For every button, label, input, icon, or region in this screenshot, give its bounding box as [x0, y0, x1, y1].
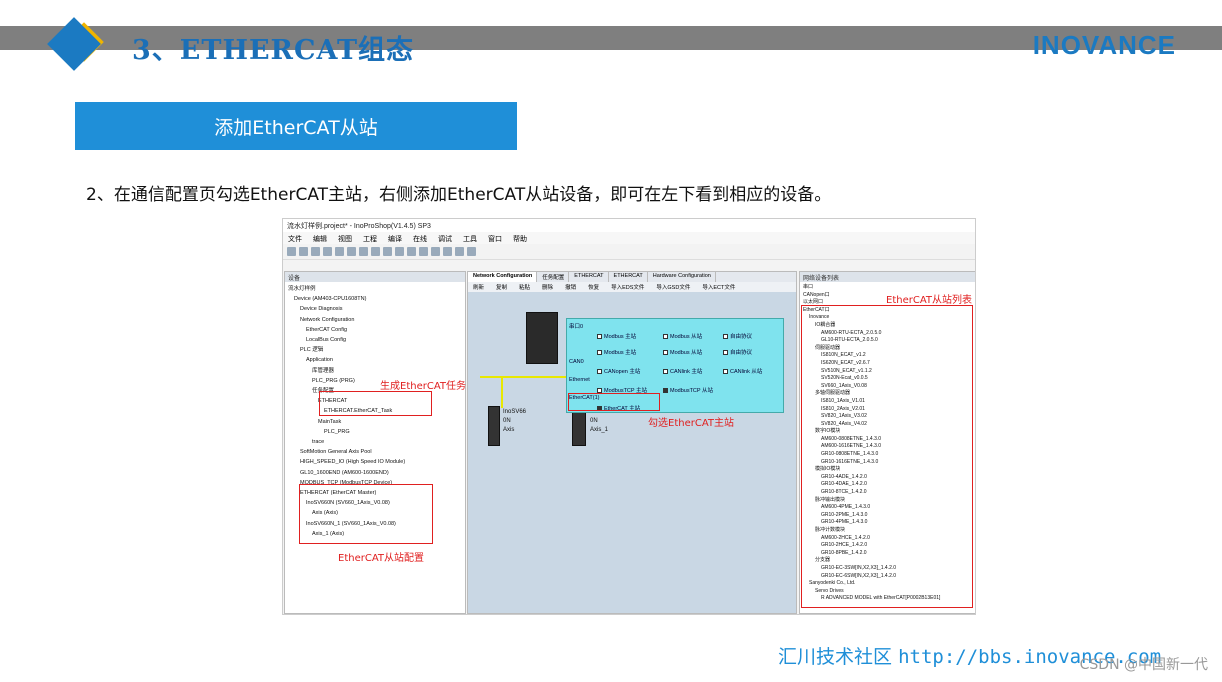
network-toolbar-button[interactable]: 刷新 — [473, 283, 488, 291]
editor-tab[interactable]: Hardware Configuration — [648, 272, 716, 282]
network-toolbar-button[interactable]: 复制 — [496, 283, 511, 291]
community-name: 汇川技术社区 — [778, 646, 893, 668]
menu-item[interactable]: 调试 — [438, 234, 456, 243]
plc-device[interactable] — [526, 312, 558, 364]
canlink-slave[interactable]: CANlink 从站 — [723, 367, 762, 375]
watermark: CSDN @中国新一代 — [1079, 657, 1208, 673]
login-icon[interactable] — [431, 247, 440, 256]
save-icon[interactable] — [311, 247, 320, 256]
menu-item[interactable]: 工具 — [463, 234, 481, 243]
network-canvas: InoSV660NAxis InoSV660NAxis_1 串口0 Modbus… — [468, 292, 796, 614]
editor-tab[interactable]: Network Configuration — [468, 272, 538, 282]
network-toolbar: 刷新 复制 粘贴 删除 撤销 恢复 导入EDS文件 导入GSD文件 导入ECT文件 — [468, 282, 796, 292]
paste-icon[interactable] — [383, 247, 392, 256]
annotation-slave-config: EtherCAT从站配置 — [338, 553, 424, 564]
tree-item[interactable]: Application — [288, 355, 462, 365]
window-title: 流水灯样例.project* - InoProShop(V1.4.5) SP3 — [283, 219, 975, 232]
find-icon[interactable] — [407, 247, 416, 256]
canlink-master[interactable]: CANlink 主站 — [663, 367, 702, 375]
editor-tab[interactable]: 任务配置 — [537, 272, 570, 282]
undo-icon[interactable] — [335, 247, 344, 256]
tree-item[interactable]: 库管理器 — [288, 366, 462, 376]
network-toolbar-button[interactable]: 删除 — [542, 283, 557, 291]
annotation-task: 生成EtherCAT任务 — [380, 381, 466, 392]
ethernet-section: Ethernet — [569, 377, 590, 383]
menu-item[interactable]: 编译 — [388, 234, 406, 243]
tree-item[interactable]: Device Diagnosis — [288, 304, 462, 314]
network-toolbar-button[interactable]: 导入EDS文件 — [611, 283, 648, 291]
menu-item[interactable]: 文件 — [288, 234, 306, 243]
delete-icon[interactable] — [395, 247, 404, 256]
section-banner: 添加EtherCAT从站 — [75, 102, 517, 150]
tree-item[interactable]: LocalBus Config — [288, 335, 462, 345]
tree-item[interactable]: MainTask — [288, 417, 462, 427]
modbus-slave-1[interactable]: Modbus 从站 — [663, 348, 702, 356]
modbus-master-0[interactable]: Modbus 主站 — [597, 332, 636, 340]
menu-item[interactable]: 窗口 — [488, 234, 506, 243]
modbus-slave-0[interactable]: Modbus 从站 — [663, 332, 702, 340]
editor-tab[interactable]: ETHERCAT — [609, 272, 648, 282]
tree-item[interactable]: 流水灯样例 — [288, 284, 462, 294]
description-text: 2、在通信配置页勾选EtherCAT主站，右侧添加EtherCAT从站设备，即可… — [86, 185, 832, 205]
open-icon[interactable] — [299, 247, 308, 256]
build-icon[interactable] — [419, 247, 428, 256]
menu-item[interactable]: 编辑 — [313, 234, 331, 243]
tree-item[interactable]: SoftMotion General Axis Pool — [288, 447, 462, 457]
redo-icon[interactable] — [347, 247, 356, 256]
tree-item[interactable]: HIGH_SPEED_IO (High Speed IO Module) — [288, 457, 462, 467]
menu-bar: 文件 编辑 视图 工程 编译 在线 调试 工具 窗口 帮助 — [283, 232, 975, 244]
ide-screenshot: 流水灯样例.project* - InoProShop(V1.4.5) SP3 … — [282, 218, 976, 615]
slave-config-highlight — [299, 484, 433, 544]
network-toolbar-button[interactable]: 粘贴 — [519, 283, 534, 291]
editor-tab[interactable]: ETHERCAT — [569, 272, 609, 282]
ethercat-master-highlight — [568, 393, 660, 411]
menu-item[interactable]: 在线 — [413, 234, 431, 243]
stop-icon[interactable] — [455, 247, 464, 256]
tree-item[interactable]: Network Configuration — [288, 315, 462, 325]
network-device-list-panel: 网络设备列表 串口 CANopen口 以太网口 EtherCAT口 Inovance IO… — [799, 271, 975, 614]
menu-item[interactable]: 视图 — [338, 234, 356, 243]
modbustcp-slave[interactable]: ModbusTCP 从站 — [663, 386, 713, 394]
network-config-panel: Network Configuration 任务配置 ETHERCAT ETHERCA… — [467, 271, 797, 614]
device-list-title: 网络设备列表 — [800, 272, 975, 282]
tree-item[interactable]: EtherCAT Config — [288, 325, 462, 335]
tree-item[interactable]: Device (AM403-CPU1608TN) — [288, 294, 462, 304]
bus-drop-1 — [501, 376, 503, 408]
task-highlight — [319, 391, 432, 416]
page-title: 3、ETHERCAT组态 — [132, 35, 415, 66]
canopen-master[interactable]: CANopen 主站 — [597, 367, 640, 375]
free-protocol-1[interactable]: 自由协议 — [723, 348, 752, 356]
tree-item[interactable]: PLC 逻辑 — [288, 345, 462, 355]
print-icon[interactable] — [323, 247, 332, 256]
new-icon[interactable] — [287, 247, 296, 256]
tree-item[interactable]: PLC_PRG — [288, 427, 462, 437]
cut-icon[interactable] — [359, 247, 368, 256]
menu-item[interactable]: 帮助 — [513, 234, 531, 243]
network-toolbar-button[interactable]: 导入ECT文件 — [702, 283, 739, 291]
annotation-master: 勾选EtherCAT主站 — [648, 418, 734, 429]
network-toolbar-button[interactable]: 撤销 — [565, 283, 580, 291]
serial-section: 串口0 — [569, 324, 584, 330]
servo-device-1-label: InoSV66 0N Axis — [503, 409, 527, 433]
brand-logo: INOVANCE — [1032, 30, 1176, 60]
annotation-slave-list: EtherCAT从站列表 — [886, 295, 972, 306]
toolbar — [283, 244, 975, 260]
step-icon[interactable] — [467, 247, 476, 256]
slave-list-highlight — [801, 305, 973, 608]
network-toolbar-button[interactable]: 导入GSD文件 — [656, 283, 694, 291]
slide: 3、ETHERCAT组态 INOVANCE 添加EtherCAT从站 2、在通信… — [0, 0, 1222, 682]
can-section: CAN0 — [569, 359, 584, 365]
tree-item[interactable]: trace — [288, 437, 462, 447]
tree-item[interactable]: GL10_1600END (AM600-1600END) — [288, 468, 462, 478]
copy-icon[interactable] — [371, 247, 380, 256]
servo-device-1[interactable] — [488, 406, 500, 446]
free-protocol-0[interactable]: 自由协议 — [723, 332, 752, 340]
menu-item[interactable]: 工程 — [363, 234, 381, 243]
run-icon[interactable] — [443, 247, 452, 256]
network-toolbar-button[interactable]: 恢复 — [588, 283, 603, 291]
modbus-master-1[interactable]: Modbus 主站 — [597, 348, 636, 356]
device-panel-title: 设备 — [285, 272, 465, 282]
editor-tabs: Network Configuration 任务配置 ETHERCAT ETHERCA… — [468, 272, 796, 282]
